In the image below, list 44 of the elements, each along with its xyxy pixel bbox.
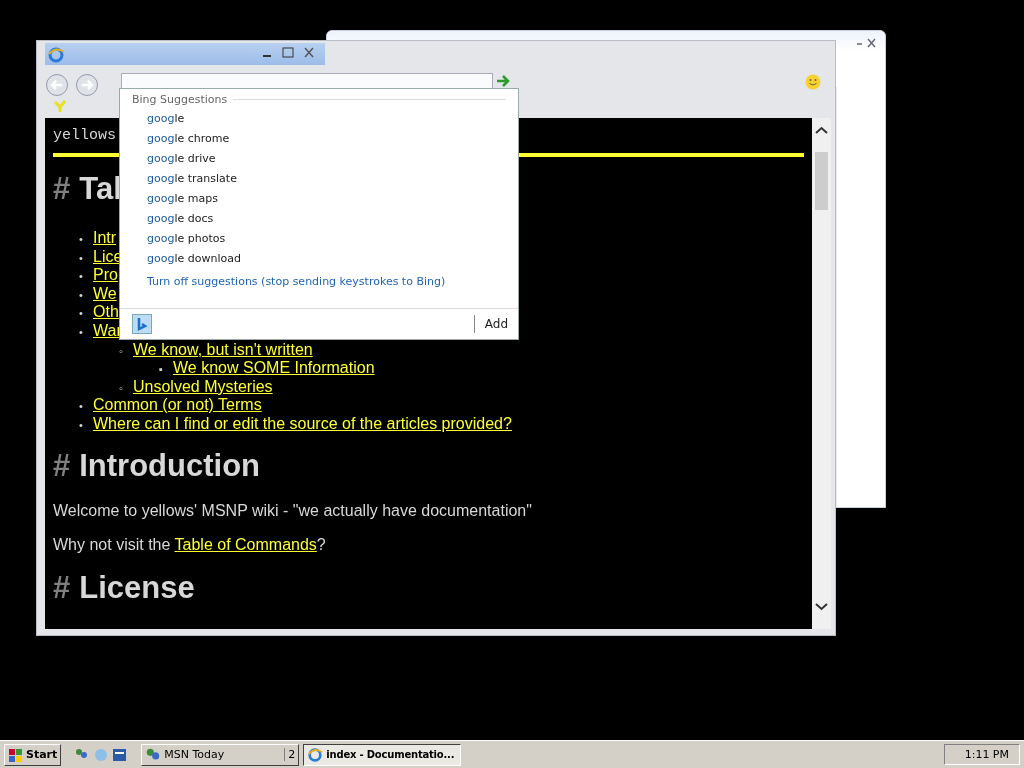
add-button[interactable]: Add bbox=[473, 315, 508, 333]
toc-link[interactable]: We bbox=[93, 284, 117, 304]
section-heading: Introduction bbox=[79, 447, 261, 484]
taskbar-button[interactable]: index - Documentatio... bbox=[303, 743, 462, 766]
toc-link[interactable]: Common (or not) Terms bbox=[93, 396, 262, 415]
suggestion-item[interactable]: google translate bbox=[120, 169, 518, 189]
section-heading: License bbox=[79, 569, 195, 606]
bullet: ▪ bbox=[159, 362, 164, 378]
bullet: • bbox=[79, 250, 84, 266]
bullet: • bbox=[79, 232, 84, 247]
suggestion-item[interactable]: google download bbox=[120, 249, 518, 269]
bullet: • bbox=[79, 269, 84, 285]
taskbar-button[interactable]: MSN Today 2 bbox=[141, 743, 300, 766]
commands-link[interactable]: Table of Commands bbox=[174, 535, 317, 553]
bullet: ◦ bbox=[119, 380, 124, 396]
toc-link[interactable]: Intr bbox=[93, 229, 117, 248]
heading-anchor: # bbox=[53, 569, 71, 606]
paragraph: Why not visit the Table of Commands? bbox=[53, 535, 327, 554]
clock: 1:11 PM bbox=[943, 744, 1020, 765]
toc-link[interactable]: We know SOME Information bbox=[173, 359, 375, 378]
turn-off-link[interactable]: Turn off suggestions (stop sending keystrokes to Bing) bbox=[147, 275, 446, 288]
heading-anchor: # bbox=[53, 447, 71, 484]
bullet: • bbox=[79, 417, 84, 433]
bullet: • bbox=[79, 324, 84, 340]
bullet: ◦ bbox=[119, 343, 124, 359]
suggestion-item[interactable]: google chrome bbox=[120, 129, 518, 149]
start-button[interactable]: Start bbox=[4, 743, 62, 766]
dropdown-heading: Bing Suggestions bbox=[132, 93, 228, 106]
toc-link[interactable]: Unsolved Mysteries bbox=[133, 377, 273, 397]
bullet: • bbox=[79, 306, 84, 322]
toc-link[interactable]: Oth bbox=[93, 303, 119, 322]
site-title: yellows bbox=[53, 127, 116, 144]
paragraph: Welcome to yellows' MSNP wiki - "we actually have documentation" bbox=[53, 501, 533, 520]
toc-link[interactable]: Where can I find or edit the source of the articles provided? bbox=[93, 414, 512, 434]
bullet: • bbox=[79, 287, 84, 303]
suggestion-item[interactable]: google docs bbox=[120, 209, 518, 229]
toc-link[interactable]: We know, but isn't written bbox=[133, 340, 313, 360]
bullet: • bbox=[79, 399, 84, 415]
suggestion-item[interactable]: google photos bbox=[120, 229, 518, 249]
heading-anchor: # bbox=[53, 171, 71, 207]
suggestion-item[interactable]: google bbox=[120, 109, 518, 129]
toc-link[interactable]: Pro bbox=[93, 266, 118, 285]
suggestion-item[interactable]: google maps bbox=[120, 189, 518, 209]
suggestion-item[interactable]: google drive bbox=[120, 149, 518, 169]
